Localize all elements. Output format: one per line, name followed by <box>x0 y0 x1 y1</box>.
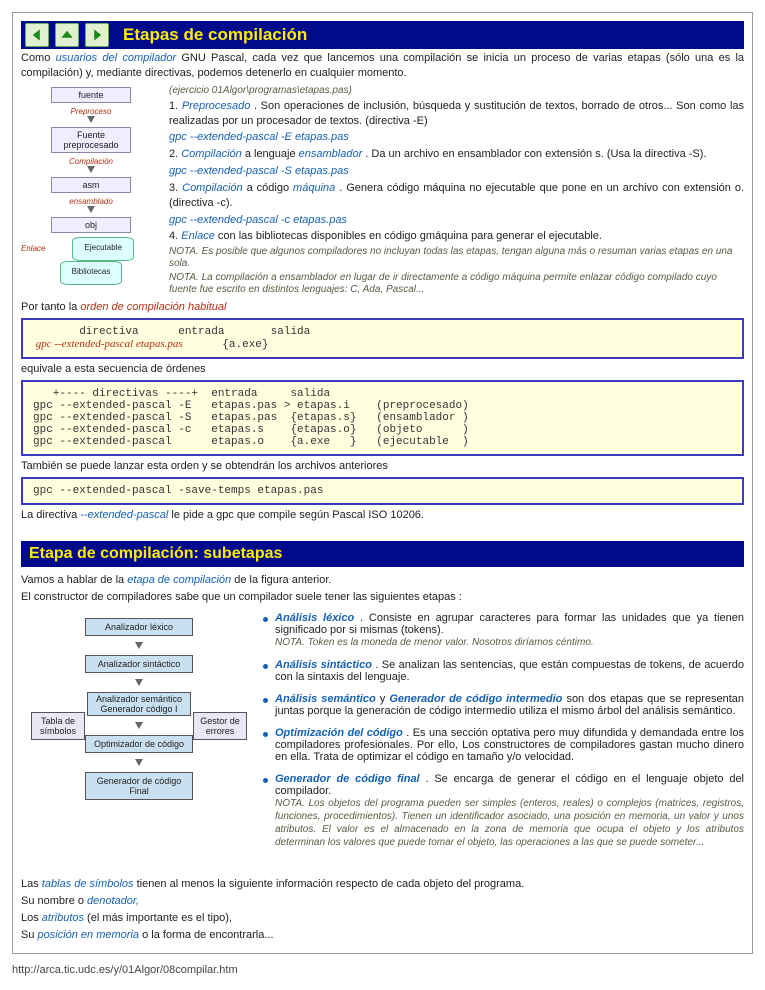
nav-forward-button[interactable] <box>85 23 109 47</box>
diagram-cylinder: Bibliotecas <box>60 261 122 285</box>
diagram-stage: Optimizador de código <box>85 735 193 753</box>
bullet-item: Optimización del código . Es una sección… <box>261 727 744 763</box>
code-box-3: gpc --extended-pascal -save-temps etapas… <box>21 477 744 505</box>
diagram-stage: Analizador sintáctico <box>85 655 193 673</box>
footer-url: http://arca.tic.udc.es/y/01Algor/08compi… <box>12 964 753 976</box>
nav-back-button[interactable] <box>25 23 49 47</box>
bullet-item: Generador de código final . Se encarga d… <box>261 773 744 849</box>
cmd-line: gpc --extended-pascal -E etapas.pas <box>169 130 744 145</box>
diagram-label: Compilación <box>21 157 161 166</box>
diagram-box: Fuentepreprocesado <box>51 127 131 153</box>
bullet-item: Análisis léxico . Consiste en agrupar ca… <box>261 612 744 649</box>
code-box-1: directiva entrada salida gpc --extended-… <box>21 318 744 359</box>
cmd-line: gpc --extended-pascal -S etapas.pas <box>169 164 744 179</box>
page-frame: Etapas de compilación Como usuarios del … <box>12 12 753 954</box>
diagram-box: fuente <box>51 87 131 103</box>
diagram-box: obj <box>51 217 131 233</box>
subetapas-diagram: Tabla de símbolos Analizador léxico Anal… <box>21 606 261 812</box>
section-heading: Etapa de compilación: subetapas <box>21 541 744 567</box>
vamos-text: Vamos a hablar de la etapa de compilació… <box>21 573 744 588</box>
subetapas-text: Análisis léxico . Consiste en agrupar ca… <box>261 606 744 859</box>
code-box-2: +---- directivas ----+ entrada salida gp… <box>21 380 744 456</box>
cmd-line: gpc --extended-pascal -c etapas.pas <box>169 213 744 228</box>
tambien-text: También se puede lanzar esta orden y se … <box>21 459 744 474</box>
subetapas-row: Tabla de símbolos Analizador léxico Anal… <box>21 606 744 859</box>
bullet-item: Análisis semántico y Generador de código… <box>261 693 744 717</box>
diagram-stage: Generador de código Final <box>85 772 193 800</box>
equiv-text: equivale a esta secuencia de órdenes <box>21 362 744 377</box>
intro-text: Como usuarios del compilador GNU Pascal,… <box>21 51 744 81</box>
diagram-sidebox: Tabla de símbolos <box>31 712 85 740</box>
note-text: NOTA. Es posible que algunos compiladore… <box>169 246 744 270</box>
por-tanto: Por tanto la orden de compilación habitu… <box>21 300 744 315</box>
nav-up-button[interactable] <box>55 23 79 47</box>
bullet-item: Análisis sintáctico . Se analizan las se… <box>261 659 744 683</box>
exercise-path: (ejercicio 01Algor\programas\etapas.pas) <box>169 85 744 97</box>
list-line: Su nombre o denotador, <box>21 894 744 909</box>
diagram-label: Preproceso <box>21 107 161 116</box>
diagram-stage: Analizador léxico <box>85 618 193 636</box>
constructor-text: El constructor de compiladores sabe que … <box>21 590 744 605</box>
list-line: Los atributos (el más importante es el t… <box>21 911 744 926</box>
nav-bar: Etapas de compilación <box>21 21 744 49</box>
diagram-sidebox: Gestor de errores <box>193 712 247 740</box>
list-line: Su posición en memoria o la forma de enc… <box>21 928 744 943</box>
stage-diagram: fuente Preproceso Fuentepreprocesado Com… <box>21 83 169 285</box>
diagram-stage: Analizador semánticoGenerador código I <box>87 692 191 716</box>
tablas-text: Las tablas de símbolos tienen al menos l… <box>21 877 744 892</box>
diagram-label: Enlace <box>21 244 45 253</box>
directiva-text: La directiva --extended-pascal le pide a… <box>21 508 744 523</box>
diagram-label: ensamblado <box>21 197 161 206</box>
diagram-box: asm <box>51 177 131 193</box>
note-text: NOTA. La compilación a ensamblador en lu… <box>169 272 744 296</box>
stage-row: fuente Preproceso Fuentepreprocesado Com… <box>21 83 744 299</box>
page-title: Etapas de compilación <box>123 25 307 45</box>
stage-text: (ejercicio 01Algor\programas\etapas.pas)… <box>169 83 744 299</box>
diagram-cylinder: Ejecutable <box>72 237 134 261</box>
